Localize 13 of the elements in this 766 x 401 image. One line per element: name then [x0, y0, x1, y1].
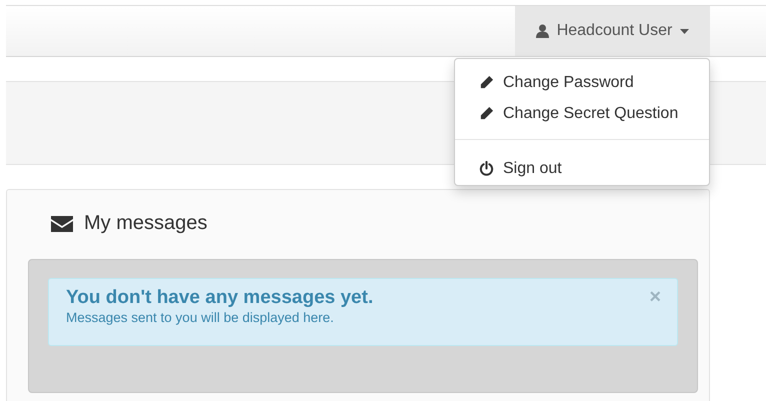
user-icon [536, 24, 549, 38]
menu-item[interactable]: Change Secret Question [455, 98, 709, 129]
pencil-icon [479, 75, 494, 90]
envelope-icon [51, 216, 73, 232]
menu-item[interactable]: Sign out [455, 153, 709, 184]
alert-text: Messages sent to you will be displayed here. [66, 310, 334, 325]
pencil-icon [479, 106, 494, 121]
alert-heading: You don't have any messages yet. [66, 287, 374, 309]
user-menu-button[interactable]: Headcount User [515, 6, 710, 56]
panel-title: My messages [84, 212, 208, 235]
menu-item[interactable]: Change Password [455, 67, 709, 98]
power-icon [479, 161, 494, 176]
caret-icon [680, 28, 690, 34]
